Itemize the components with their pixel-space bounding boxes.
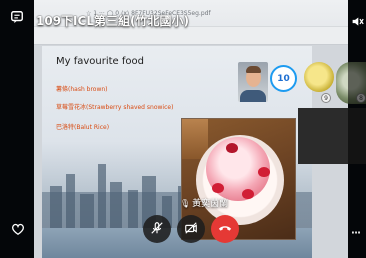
camera-off-icon — [184, 220, 198, 239]
speaker-name: 黃奕茵蘭 — [192, 199, 229, 209]
video-call-app: ☆ 1 ··· ◯ 0 ⟨x⟩ 8F7FU32SeFeCE3S5eg.pdf M… — [0, 0, 366, 258]
toggle-camera-button[interactable] — [177, 215, 205, 243]
participant-badge: 9 — [321, 93, 331, 103]
phone-hangup-icon — [218, 220, 232, 239]
participant-count-badge[interactable]: 10 — [270, 65, 297, 92]
active-speaker-label: 🎙 黃奕茵蘭 — [180, 196, 228, 209]
slide-list-item: 巴洛特(Balut Rice) — [56, 124, 110, 131]
participant-video-tile[interactable] — [238, 62, 268, 102]
slide-list-item: 草莓雪花冰(Strawberry shaved snowice) — [56, 104, 174, 111]
end-call-button[interactable] — [211, 215, 239, 243]
more-options-icon[interactable]: ··· — [346, 224, 364, 242]
chat-icon[interactable] — [8, 8, 26, 26]
meeting-title: 109下ICL第三組(竹北國小) — [36, 14, 189, 28]
left-toolbar — [0, 0, 34, 258]
speaker-mute-icon[interactable] — [348, 12, 366, 30]
slide-title: My favourite food — [56, 56, 144, 67]
right-toolbar: ··· — [348, 0, 366, 258]
mic-off-icon — [150, 220, 164, 239]
participant-avatar[interactable] — [304, 62, 334, 92]
heart-icon[interactable] — [9, 220, 27, 238]
mic-icon: 🎙 — [180, 199, 191, 208]
toggle-mic-button[interactable] — [143, 215, 171, 243]
slide-list-item: 薯條(hash brown) — [56, 86, 108, 93]
